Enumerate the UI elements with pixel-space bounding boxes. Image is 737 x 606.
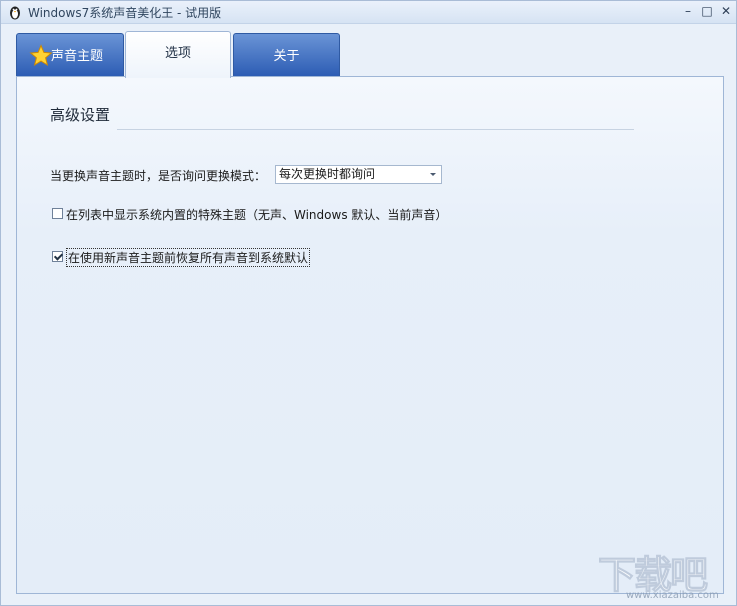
ask-mode-select[interactable]: 每次更换时都询问 bbox=[275, 165, 442, 184]
ask-mode-label: 当更换声音主题时，是否询问更换模式： bbox=[50, 169, 267, 183]
maximize-button[interactable]: □ bbox=[698, 3, 716, 19]
show-builtin-themes-checkbox[interactable] bbox=[52, 208, 63, 219]
tab-about[interactable]: 关于 bbox=[233, 33, 340, 77]
tab-sound-themes-label: 声音主题 bbox=[51, 49, 104, 64]
restore-default-label: 在使用新声音主题前恢复所有声音到系统默认 bbox=[66, 248, 311, 267]
tab-sound-themes[interactable]: 声音主题 bbox=[16, 33, 124, 77]
tab-bar: 声音主题 选项 关于 bbox=[16, 31, 346, 78]
ask-mode-value: 每次更换时都询问 bbox=[279, 167, 376, 181]
close-button[interactable]: ✕ bbox=[717, 3, 735, 19]
penguin-app-icon bbox=[10, 6, 20, 20]
tab-options[interactable]: 选项 bbox=[125, 31, 231, 78]
site-watermark: 下载吧 www.xiazaiba.com bbox=[597, 544, 728, 602]
tab-options-label: 选项 bbox=[164, 46, 191, 61]
section-heading: 高级设置 bbox=[50, 106, 111, 124]
minimize-button[interactable]: – bbox=[679, 3, 697, 19]
window-title: Windows7系统声音美化王 - 试用版 bbox=[28, 6, 222, 20]
star-icon bbox=[29, 44, 53, 67]
section-divider bbox=[117, 129, 634, 130]
app-window: Windows7系统声音美化王 - 试用版 – □ ✕ 声音主题 选项 关于 高… bbox=[0, 0, 737, 606]
restore-default-checkbox[interactable] bbox=[52, 251, 63, 262]
watermark-url: www.xiazaiba.com bbox=[626, 590, 719, 601]
show-builtin-themes-label: 在列表中显示系统内置的特殊主题（无声、Windows 默认、当前声音） bbox=[66, 208, 448, 222]
title-bar[interactable]: Windows7系统声音美化王 - 试用版 – □ ✕ bbox=[1, 1, 736, 24]
chevron-down-icon bbox=[430, 173, 436, 176]
options-panel: 高级设置 当更换声音主题时，是否询问更换模式： 每次更换时都询问 在列表中显示系… bbox=[16, 76, 724, 594]
tab-about-label: 关于 bbox=[273, 49, 300, 64]
